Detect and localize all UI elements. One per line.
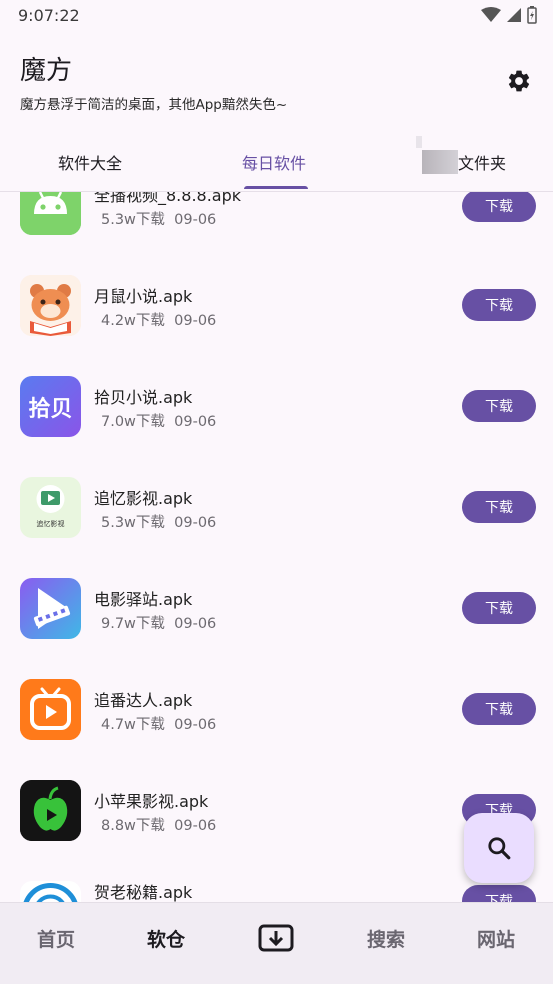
app-list: 全播视频_8.8.8.apk 5.3w下载 09-06 下载 月鼠小说.apk … [0,192,553,902]
download-button[interactable]: 下载 [462,693,536,725]
bottom-nav: 首页 软仓 搜索 网站 [0,902,553,972]
app-date: 09-06 [174,212,217,228]
tab-label: 每日软件 [242,153,307,173]
app-meta: 5.3w下载 09-06 [101,208,216,229]
download-button[interactable]: 下载 [462,491,536,523]
app-date: 09-06 [174,313,217,329]
app-name: 电影驿站.apk [94,590,193,609]
app-name: 拾贝小说.apk [94,388,193,407]
app-name: 月鼠小说.apk [94,287,193,306]
tab-daily-software[interactable]: 每日软件 [242,132,306,191]
app-meta: 4.2w下载 09-06 [101,309,216,330]
download-button[interactable]: 下载 [462,592,536,624]
redacted-patch [416,136,422,148]
app-name: 小苹果影视.apk [94,792,209,811]
download-button[interactable]: 下载 [462,390,536,422]
app-name: 全播视频_8.8.8.apk [94,192,242,205]
app-meta: 8.8w下载 09-06 [101,814,216,835]
wifi-icon [481,7,501,22]
search-fab[interactable] [464,813,534,883]
app-icon-apple [20,780,81,841]
nav-websites[interactable]: 网站 [460,903,532,973]
download-button[interactable]: 下载 [462,289,536,321]
tab-folder[interactable]: 文件夹 [422,132,506,191]
app-icon-zhuifan [20,679,81,740]
tv-icon [20,679,81,740]
download-button[interactable]: 下载 [462,192,536,222]
app-meta: 7.0w下载 09-06 [101,410,216,431]
status-bar: 9:07:22 [0,0,553,32]
nav-software-store[interactable]: 软仓 [130,903,202,973]
list-item[interactable]: 月鼠小说.apk 4.2w下载 09-06 下载 [0,263,553,364]
app-icon-dianying [20,578,81,639]
app-name: 贺老秘籍.apk [94,883,193,902]
tab-indicator [244,186,308,189]
apple-icon [20,780,81,841]
hamster-icon [20,275,81,336]
app-meta: 5.3w下载 09-06 [101,511,216,532]
screen: 9:07:22 魔方 魔方悬浮于简洁的桌面，其他App黯然失色~ 软件大全 每日… [0,0,553,984]
app-title: 魔方 [20,56,73,86]
list-item[interactable]: 追番达人.apk 4.7w下载 09-06 下载 [0,667,553,768]
app-meta: 9.7w下载 09-06 [101,612,216,633]
nav-search[interactable]: 搜索 [350,903,422,973]
app-meta: 4.7w下载 09-06 [101,713,216,734]
signal-icon [507,8,521,22]
app-icon-text: 追忆影视 [36,520,65,528]
nav-download[interactable] [240,903,312,973]
nav-home[interactable]: 首页 [20,903,92,973]
tab-label: 文件夹 [458,153,507,173]
tab-label: 软件大全 [58,153,123,173]
android-icon [20,192,81,235]
download-count: 5.3w下载 [101,212,165,228]
target-icon [23,883,78,902]
film-icon [36,485,65,513]
app-name: 追忆影视.apk [94,489,193,508]
download-count: 4.7w下载 [101,717,165,733]
list-item[interactable]: 拾贝 拾贝小说.apk 7.0w下载 09-06 下载 [0,364,553,465]
download-count: 5.3w下载 [101,515,165,531]
list-item[interactable]: 电影驿站.apk 9.7w下载 09-06 下载 [0,566,553,667]
app-date: 09-06 [174,818,217,834]
list-item[interactable]: 追忆影视 追忆影视.apk 5.3w下载 09-06 下载 [0,465,553,566]
download-count: 7.0w下载 [101,414,165,430]
app-icon-zhuiyi: 追忆影视 [20,477,81,538]
download-count: 9.7w下载 [101,616,165,632]
search-icon [488,837,511,860]
app-icon-helao [20,881,81,902]
app-name: 追番达人.apk [94,691,193,710]
tab-bar: 软件大全 每日软件 文件夹 [0,132,553,192]
battery-icon [527,6,537,24]
app-icon-shibei: 拾贝 [20,376,81,437]
app-date: 09-06 [174,616,217,632]
app-icon-android [20,192,81,235]
status-icons [481,6,537,24]
app-date: 09-06 [174,515,217,531]
list-item[interactable]: 全播视频_8.8.8.apk 5.3w下载 09-06 下载 [0,192,553,263]
redacted-patch [422,149,458,174]
app-subtitle: 魔方悬浮于简洁的桌面，其他App黯然失色~ [20,97,288,113]
play-film-icon [33,588,71,629]
tab-all-software[interactable]: 软件大全 [58,132,122,191]
download-count: 8.8w下载 [101,818,165,834]
settings-button[interactable] [502,64,536,98]
download-box-icon [258,924,294,952]
app-icon-text: 拾贝 [28,396,73,422]
app-date: 09-06 [174,414,217,430]
app-date: 09-06 [174,717,217,733]
status-time: 9:07:22 [18,6,80,25]
gesture-bar-area [0,972,553,984]
gear-icon [508,70,530,92]
download-count: 4.2w下载 [101,313,165,329]
app-icon-hamster [20,275,81,336]
download-button[interactable]: 下载 [462,885,536,902]
